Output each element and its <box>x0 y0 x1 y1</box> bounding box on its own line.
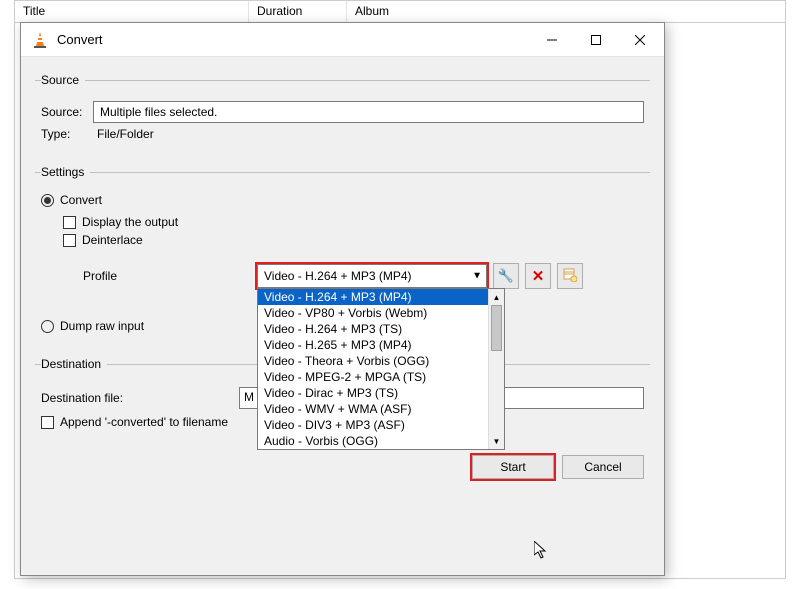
append-converted-checkbox[interactable] <box>41 416 54 429</box>
new-profile-button[interactable] <box>557 263 583 289</box>
dump-raw-label: Dump raw input <box>60 319 144 333</box>
edit-profile-button[interactable]: 🔧 <box>493 263 519 289</box>
chevron-down-icon: ▼ <box>472 271 482 282</box>
profile-option[interactable]: Video - Dirac + MP3 (TS) <box>258 385 488 401</box>
col-album[interactable]: Album <box>347 1 785 22</box>
source-group: Source Source: Type: File/Folder <box>35 73 650 155</box>
minimize-button[interactable] <box>530 25 574 55</box>
destination-file-label: Destination file: <box>41 391 239 405</box>
scroll-down-icon[interactable]: ▼ <box>489 433 504 449</box>
dropdown-scrollbar[interactable]: ▲ ▼ <box>488 289 504 449</box>
profile-option[interactable]: Video - H.264 + MP3 (MP4) <box>258 289 488 305</box>
display-output-checkbox[interactable] <box>63 216 76 229</box>
maximize-button[interactable] <box>574 25 618 55</box>
profile-option[interactable]: Video - WMV + WMA (ASF) <box>258 401 488 417</box>
source-input[interactable] <box>93 101 644 123</box>
profile-option-list: Video - H.264 + MP3 (MP4) Video - VP80 +… <box>258 289 488 449</box>
cancel-button-label: Cancel <box>584 460 621 474</box>
close-button[interactable] <box>618 25 662 55</box>
type-value: File/Folder <box>93 127 154 141</box>
profile-option[interactable]: Video - H.265 + MP3 (MP4) <box>258 337 488 353</box>
col-title[interactable]: Title <box>15 1 249 22</box>
append-converted-label: Append '-converted' to filename <box>60 415 228 429</box>
background-column-headers: Title Duration Album <box>14 0 786 22</box>
profile-label: Profile <box>63 269 257 283</box>
new-profile-icon <box>563 268 577 285</box>
col-duration[interactable]: Duration <box>249 1 347 22</box>
convert-radio-label: Convert <box>60 193 102 207</box>
start-button[interactable]: Start <box>472 455 554 479</box>
deinterlace-checkbox[interactable] <box>63 234 76 247</box>
dump-raw-radio[interactable] <box>41 320 54 333</box>
profile-selected-value: Video - H.264 + MP3 (MP4) <box>264 269 412 283</box>
destination-legend: Destination <box>41 357 107 371</box>
delete-profile-button[interactable]: ✕ <box>525 263 551 289</box>
cancel-button[interactable]: Cancel <box>562 455 644 479</box>
profile-option[interactable]: Video - H.264 + MP3 (TS) <box>258 321 488 337</box>
profile-option[interactable]: Video - DIV3 + MP3 (ASF) <box>258 417 488 433</box>
source-legend: Source <box>41 73 85 87</box>
convert-radio[interactable] <box>41 194 54 207</box>
dialog-title: Convert <box>57 32 530 47</box>
profile-option[interactable]: Audio - Vorbis (OGG) <box>258 433 488 449</box>
profile-dropdown: Video - H.264 + MP3 (MP4) Video - VP80 +… <box>257 288 505 450</box>
profile-option[interactable]: Video - Theora + Vorbis (OGG) <box>258 353 488 369</box>
vlc-icon <box>31 31 49 49</box>
start-button-label: Start <box>500 460 525 474</box>
settings-legend: Settings <box>41 165 90 179</box>
scroll-up-icon[interactable]: ▲ <box>489 289 504 305</box>
profile-option[interactable]: Video - VP80 + Vorbis (Webm) <box>258 305 488 321</box>
profile-option[interactable]: Video - MPEG-2 + MPGA (TS) <box>258 369 488 385</box>
delete-x-icon: ✕ <box>532 267 545 285</box>
type-label: Type: <box>41 127 93 141</box>
wrench-icon: 🔧 <box>498 268 514 284</box>
settings-group: Settings Convert Display the output Dein… <box>35 165 650 347</box>
deinterlace-label: Deinterlace <box>82 233 143 247</box>
convert-dialog: Convert Source Source: Type: File/Folder… <box>20 22 665 576</box>
display-output-label: Display the output <box>82 215 178 229</box>
profile-combobox[interactable]: Video - H.264 + MP3 (MP4) ▼ <box>257 264 487 288</box>
titlebar: Convert <box>21 23 664 57</box>
source-label: Source: <box>41 105 93 119</box>
